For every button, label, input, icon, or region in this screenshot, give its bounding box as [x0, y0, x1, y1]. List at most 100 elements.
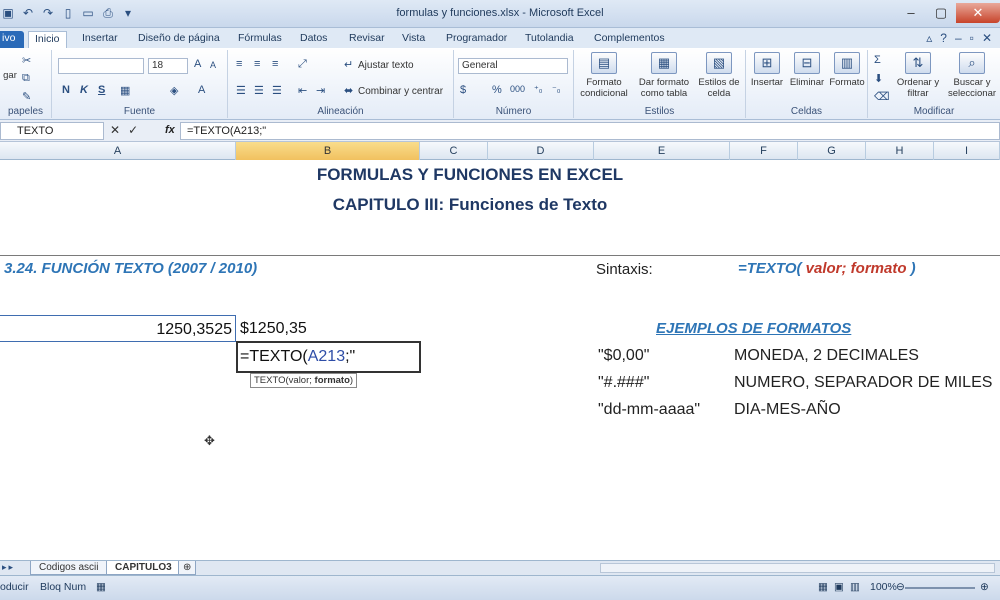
- example-format[interactable]: "#.###": [598, 374, 649, 392]
- page-break-icon[interactable]: ▥: [850, 581, 860, 593]
- sheet-tab-capitulo3[interactable]: CAPITULO3: [106, 561, 181, 575]
- delete-cells-button[interactable]: ⊟ Eliminar: [788, 52, 826, 88]
- tab-datos[interactable]: Datos: [294, 31, 333, 48]
- autosum-icon[interactable]: Σ: [874, 54, 881, 66]
- name-box[interactable]: TEXTO: [0, 122, 104, 140]
- column-header-b[interactable]: B: [236, 142, 420, 160]
- zoom-level[interactable]: 100%: [870, 581, 897, 593]
- column-header-i[interactable]: I: [934, 142, 1000, 160]
- macro-record-icon[interactable]: ▦: [96, 581, 106, 593]
- decrease-decimal-icon[interactable]: ⁻₀: [552, 84, 561, 95]
- zoom-out-icon[interactable]: ⊖: [896, 581, 905, 593]
- align-top-icon[interactable]: ≡: [236, 58, 242, 70]
- orientation-icon[interactable]: ⤢: [298, 58, 307, 71]
- zoom-in-icon[interactable]: ⊕: [980, 581, 989, 593]
- tab-vista[interactable]: Vista: [396, 31, 431, 48]
- zoom-slider[interactable]: [905, 587, 975, 589]
- insert-function-button[interactable]: fx: [165, 124, 175, 136]
- sheet-nav-icon[interactable]: ▸▸: [2, 562, 15, 573]
- column-header-d[interactable]: D: [488, 142, 594, 160]
- format-painter-icon[interactable]: ✎: [22, 90, 31, 103]
- format-as-table-button[interactable]: ▦ Dar formato como tabla: [636, 52, 692, 99]
- cancel-icon[interactable]: ✕: [110, 123, 120, 137]
- window-close-icon[interactable]: ✕: [982, 31, 992, 45]
- merge-center-button[interactable]: Combinar y centrar: [358, 86, 443, 97]
- tab-complementos[interactable]: Complementos: [588, 31, 671, 48]
- column-header-c[interactable]: C: [420, 142, 488, 160]
- italic-button[interactable]: K: [80, 84, 88, 96]
- fill-color-icon[interactable]: ◈: [170, 84, 178, 97]
- format-cells-button[interactable]: ▥ Formato: [828, 52, 866, 88]
- find-select-button[interactable]: ⌕ Buscar y seleccionar: [944, 52, 1000, 99]
- column-header-g[interactable]: G: [798, 142, 866, 160]
- close-icon[interactable]: ✕: [956, 3, 1000, 23]
- example-format[interactable]: "dd-mm-aaaa": [598, 401, 700, 419]
- window-restore-icon[interactable]: ▫: [970, 31, 974, 45]
- cell-edit-b214[interactable]: =TEXTO(A213;": [236, 341, 421, 373]
- cell-styles-button[interactable]: ▧ Estilos de celda: [694, 52, 744, 99]
- percent-button[interactable]: %: [492, 84, 502, 96]
- tab-tutolandia[interactable]: Tutolandia: [519, 31, 580, 48]
- sort-filter-button[interactable]: ⇅ Ordenar y filtrar: [896, 52, 940, 99]
- insert-cells-button[interactable]: ⊞ Insertar: [748, 52, 786, 88]
- tab-programador[interactable]: Programador: [440, 31, 513, 48]
- normal-view-icon[interactable]: ▦: [818, 581, 828, 593]
- column-header-f[interactable]: F: [730, 142, 798, 160]
- example-format[interactable]: "$0,00": [598, 347, 649, 365]
- horizontal-scrollbar[interactable]: [600, 563, 995, 573]
- align-right-icon[interactable]: ☰: [272, 84, 282, 97]
- worksheet-grid[interactable]: FORMULAS Y FUNCIONES EN EXCEL CAPITULO I…: [0, 160, 1000, 560]
- increase-decimal-icon[interactable]: ⁺₀: [534, 84, 543, 95]
- column-header-h[interactable]: H: [866, 142, 934, 160]
- formula-input[interactable]: =TEXTO(A213;": [180, 122, 1000, 140]
- wrap-text-icon[interactable]: ↵: [344, 58, 353, 71]
- minimize-ribbon-icon[interactable]: ▵: [926, 31, 932, 45]
- example-desc[interactable]: MONEDA, 2 DECIMALES: [734, 347, 919, 365]
- borders-icon[interactable]: ▦: [120, 84, 130, 97]
- new-sheet-icon[interactable]: ⊕: [178, 561, 197, 575]
- column-header-a[interactable]: A: [0, 142, 236, 160]
- cell-a213[interactable]: 1250,3525: [0, 315, 236, 342]
- cut-icon[interactable]: ✂: [22, 54, 31, 67]
- fill-icon[interactable]: ⬇: [874, 72, 883, 85]
- function-tooltip[interactable]: TEXTO(valor; formato): [250, 373, 358, 388]
- wrap-text-button[interactable]: Ajustar texto: [358, 60, 414, 71]
- decrease-indent-icon[interactable]: ⇤: [298, 84, 307, 97]
- bold-button[interactable]: N: [62, 84, 70, 96]
- maximize-icon[interactable]: ▢: [926, 3, 956, 23]
- window-minimize-icon[interactable]: –: [955, 31, 962, 45]
- conditional-format-button[interactable]: ▤ Formato condicional: [576, 52, 632, 99]
- clear-icon[interactable]: ⌫: [874, 90, 890, 103]
- font-size-combo[interactable]: 18: [148, 58, 188, 74]
- tab-formulas[interactable]: Fórmulas: [232, 31, 288, 48]
- page-layout-icon[interactable]: ▣: [834, 581, 844, 593]
- tab-file[interactable]: ivo: [0, 31, 24, 48]
- shrink-font-icon[interactable]: A: [210, 60, 216, 70]
- align-middle-icon[interactable]: ≡: [254, 58, 260, 70]
- enter-icon[interactable]: ✓: [128, 123, 138, 137]
- tab-inicio[interactable]: Inicio: [28, 31, 67, 48]
- column-header-e[interactable]: E: [594, 142, 730, 160]
- increase-indent-icon[interactable]: ⇥: [316, 84, 325, 97]
- example-desc[interactable]: DIA-MES-AÑO: [734, 401, 841, 419]
- tab-diseno-pagina[interactable]: Diseño de página: [132, 31, 226, 48]
- font-name-combo[interactable]: [58, 58, 144, 74]
- align-center-icon[interactable]: ☰: [254, 84, 264, 97]
- paste-button[interactable]: gar: [0, 70, 20, 81]
- example-desc[interactable]: NUMERO, SEPARADOR DE MILES: [734, 374, 992, 392]
- font-color-icon[interactable]: A: [198, 84, 205, 96]
- grow-font-icon[interactable]: A: [194, 58, 201, 70]
- minimize-icon[interactable]: –: [896, 3, 926, 23]
- align-bottom-icon[interactable]: ≡: [272, 58, 278, 70]
- copy-icon[interactable]: ⧉: [22, 72, 30, 85]
- tab-insertar[interactable]: Insertar: [76, 31, 124, 48]
- number-format-combo[interactable]: General: [458, 58, 568, 74]
- sheet-tab-codigos-ascii[interactable]: Codigos ascii: [30, 561, 108, 575]
- currency-button[interactable]: $: [460, 84, 466, 96]
- merge-center-icon[interactable]: ⬌: [344, 84, 353, 97]
- underline-button[interactable]: S: [98, 84, 105, 96]
- help-icon[interactable]: ?: [940, 31, 947, 45]
- cell-b213[interactable]: $1250,35: [240, 315, 307, 342]
- tab-revisar[interactable]: Revisar: [343, 31, 391, 48]
- align-left-icon[interactable]: ☰: [236, 84, 246, 97]
